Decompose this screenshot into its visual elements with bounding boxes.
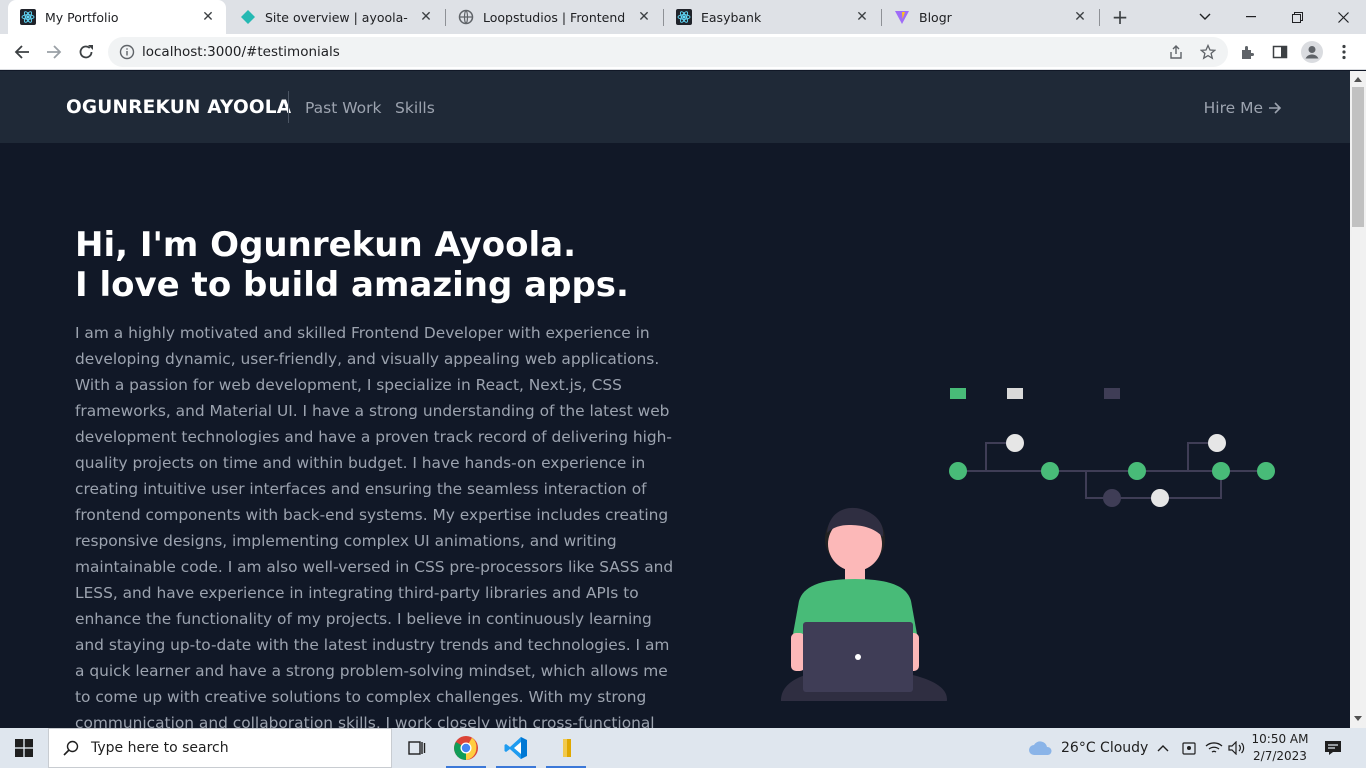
tab-blogr[interactable]: Blogr ✕ — [882, 0, 1098, 34]
system-clock[interactable]: 10:50 AM 2/7/2023 — [1248, 731, 1312, 765]
start-windows-icon[interactable] — [0, 728, 48, 768]
search-icon — [63, 740, 79, 756]
browser-tab-strip: My Portfolio ✕ Site overview | ayoola-og… — [0, 0, 1366, 34]
tab-title: Site overview | ayoola-ogun- — [265, 9, 408, 25]
vite-icon — [894, 9, 910, 25]
weather-text: 26°C Cloudy — [1061, 740, 1149, 756]
close-tab-icon[interactable]: ✕ — [634, 7, 654, 27]
cloud-icon — [1029, 741, 1052, 755]
nav-link-past-work[interactable]: Past Work — [305, 99, 381, 117]
react-icon — [20, 9, 36, 25]
vscode-icon[interactable] — [492, 728, 540, 768]
new-tab-button[interactable]: + — [1108, 5, 1132, 29]
tab-title: Loopstudios | Frontend ment — [483, 9, 626, 25]
meet-now-icon[interactable] — [1181, 728, 1197, 768]
weather-widget[interactable]: 26°C Cloudy — [1028, 728, 1148, 768]
clock-time: 10:50 AM — [1251, 732, 1309, 746]
hero-line-1: Hi, I'm Ogunrekun Ayoola. — [75, 225, 577, 265]
nav-divider — [288, 91, 289, 123]
task-view-icon[interactable] — [392, 728, 440, 768]
page-scrollbar[interactable] — [1350, 71, 1366, 728]
close-tab-icon[interactable]: ✕ — [416, 7, 436, 27]
url-text: localhost:3000/#testimonials — [142, 44, 340, 60]
bio-paragraph: I am a highly motivated and skilled Fron… — [75, 324, 674, 728]
show-hidden-icons-icon[interactable] — [1157, 728, 1169, 768]
hire-me-link[interactable]: Hire Me — [1204, 99, 1282, 117]
site-brand[interactable]: OGUNREKUN AYOOLA — [66, 97, 291, 118]
back-icon[interactable] — [8, 38, 36, 66]
developer-illustration — [781, 388, 1275, 701]
tab-easybank[interactable]: Easybank ✕ — [664, 0, 880, 34]
netlify-icon — [240, 9, 256, 25]
address-bar[interactable]: localhost:3000/#testimonials — [108, 37, 1228, 67]
search-placeholder: Type here to search — [91, 740, 229, 756]
person-with-laptop — [781, 507, 947, 701]
forward-icon[interactable] — [40, 38, 68, 66]
notifications-icon[interactable] — [1324, 728, 1342, 768]
scroll-up-icon[interactable] — [1354, 77, 1362, 82]
close-window-icon[interactable] — [1320, 0, 1366, 34]
flow-chart-graphic — [949, 388, 1275, 507]
page-viewport: OGUNREKUN AYOOLA Past Work Skills Hire M… — [0, 71, 1350, 728]
scroll-down-icon[interactable] — [1354, 716, 1362, 721]
chrome-icon[interactable] — [442, 728, 490, 768]
nav-link-skills[interactable]: Skills — [395, 99, 435, 117]
windows-taskbar: Type here to search 26°C Cloudy 10:50 AM… — [0, 728, 1366, 768]
wifi-icon[interactable] — [1205, 728, 1223, 768]
tab-separator — [1099, 9, 1100, 26]
reload-icon[interactable] — [72, 38, 100, 66]
globe-icon — [458, 9, 474, 25]
volume-icon[interactable] — [1228, 728, 1246, 768]
close-tab-icon[interactable]: ✕ — [198, 7, 218, 27]
tab-my-portfolio[interactable]: My Portfolio ✕ — [8, 0, 226, 34]
tab-title: Blogr — [919, 9, 952, 25]
bookmark-star-icon[interactable] — [1197, 41, 1219, 63]
minimize-icon[interactable] — [1228, 0, 1274, 34]
tab-loopstudios[interactable]: Loopstudios | Frontend ment ✕ — [446, 0, 662, 34]
chrome-menu-icon[interactable] — [1332, 40, 1356, 64]
close-tab-icon[interactable]: ✕ — [852, 7, 872, 27]
share-icon[interactable] — [1165, 41, 1187, 63]
scrollbar-thumb[interactable] — [1352, 87, 1364, 227]
side-panel-icon[interactable] — [1268, 40, 1292, 64]
tab-search-icon[interactable] — [1182, 0, 1228, 34]
close-tab-icon[interactable]: ✕ — [1070, 7, 1090, 27]
tab-title: My Portfolio — [45, 9, 119, 25]
hero-heading: Hi, I'm Ogunrekun Ayoola. I love to buil… — [75, 225, 715, 305]
taskbar-search-box[interactable]: Type here to search — [48, 728, 392, 768]
react-icon — [676, 9, 692, 25]
site-navbar: OGUNREKUN AYOOLA Past Work Skills Hire M… — [0, 71, 1350, 143]
tab-title: Easybank — [701, 9, 762, 25]
site-info-icon[interactable] — [119, 44, 135, 64]
file-explorer-icon[interactable] — [542, 728, 590, 768]
clock-date: 2/7/2023 — [1253, 749, 1307, 763]
hero-line-2: I love to build amazing apps. — [75, 265, 629, 305]
restore-icon[interactable] — [1274, 0, 1320, 34]
profile-avatar-icon[interactable] — [1300, 40, 1324, 64]
arrow-right-icon — [1269, 102, 1282, 114]
extensions-icon[interactable] — [1236, 40, 1260, 64]
hire-me-label: Hire Me — [1203, 99, 1263, 117]
tab-site-overview[interactable]: Site overview | ayoola-ogun- ✕ — [228, 0, 444, 34]
browser-toolbar: localhost:3000/#testimonials — [0, 34, 1366, 70]
